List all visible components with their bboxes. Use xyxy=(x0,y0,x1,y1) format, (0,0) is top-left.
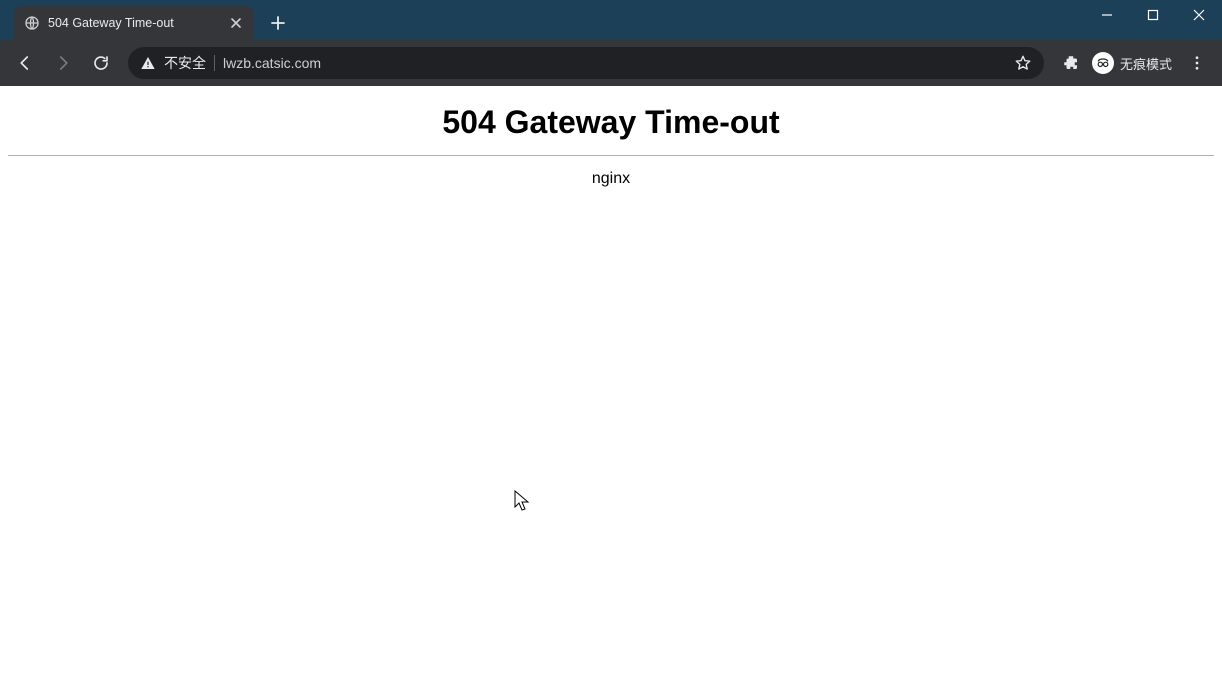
window-maximize-button[interactable] xyxy=(1130,0,1176,30)
globe-icon xyxy=(24,15,40,31)
new-tab-button[interactable] xyxy=(264,9,292,37)
reload-button[interactable] xyxy=(84,46,118,80)
toolbar-right-controls: 无痕模式 xyxy=(1054,46,1214,80)
page-content: 504 Gateway Time-out nginx xyxy=(0,86,1222,696)
extensions-button[interactable] xyxy=(1054,46,1088,80)
error-heading: 504 Gateway Time-out xyxy=(8,104,1214,141)
tab-strip: 504 Gateway Time-out xyxy=(8,0,292,40)
tab-title: 504 Gateway Time-out xyxy=(48,16,220,30)
divider xyxy=(8,155,1214,156)
window-titlebar: 504 Gateway Time-out xyxy=(0,0,1222,40)
back-button[interactable] xyxy=(8,46,42,80)
address-bar[interactable]: 不安全 lwzb.catsic.com xyxy=(128,47,1044,79)
incognito-icon xyxy=(1092,52,1114,74)
close-tab-icon[interactable] xyxy=(228,15,244,31)
warning-triangle-icon xyxy=(140,55,156,71)
incognito-chip[interactable]: 无痕模式 xyxy=(1090,46,1178,80)
bookmark-star-icon[interactable] xyxy=(1014,54,1032,72)
forward-button[interactable] xyxy=(46,46,80,80)
server-name: nginx xyxy=(8,170,1214,188)
window-minimize-button[interactable] xyxy=(1084,0,1130,30)
menu-button[interactable] xyxy=(1180,46,1214,80)
url-text: lwzb.catsic.com xyxy=(223,55,1006,71)
omnibox-separator xyxy=(214,55,215,71)
window-controls xyxy=(1084,0,1222,40)
incognito-label: 无痕模式 xyxy=(1120,54,1172,73)
browser-toolbar: 不安全 lwzb.catsic.com 无痕模式 xyxy=(0,40,1222,86)
window-close-button[interactable] xyxy=(1176,0,1222,30)
security-status-text: 不安全 xyxy=(164,53,206,73)
browser-tab[interactable]: 504 Gateway Time-out xyxy=(14,6,254,40)
